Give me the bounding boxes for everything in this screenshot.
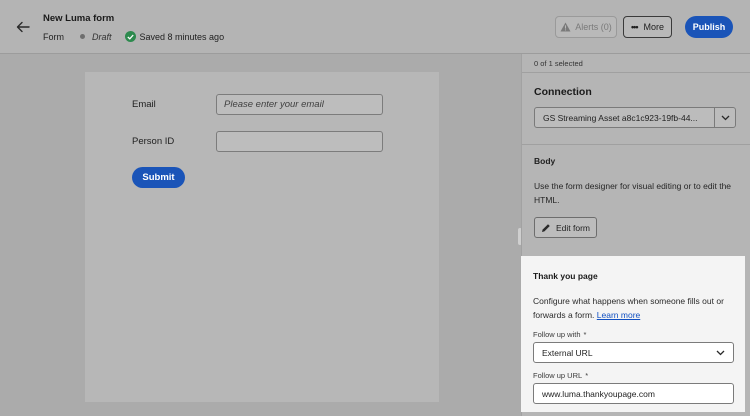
- status-dot-icon: [80, 34, 85, 39]
- chevron-down-icon: [716, 350, 725, 355]
- follow-up-with-label: Follow up with *: [533, 330, 586, 339]
- alerts-label: Alerts (0): [575, 22, 612, 32]
- pencil-icon: [541, 223, 550, 232]
- page-meta: Form Draft Saved 8 minutes ago: [43, 31, 224, 42]
- follow-up-with-value: External URL: [542, 347, 593, 358]
- arrow-left-icon: [16, 21, 30, 33]
- more-button[interactable]: ••• More: [623, 16, 672, 38]
- thank-you-page-section: Thank you page Configure what happens wh…: [521, 256, 745, 412]
- thank-you-description: Configure what happens when someone fill…: [533, 295, 738, 322]
- page-title: New Luma form: [43, 13, 115, 24]
- thank-you-title: Thank you page: [533, 271, 598, 281]
- checkmark-circle-icon: [124, 31, 136, 42]
- follow-up-url-input[interactable]: www.luma.thankyoupage.com: [533, 383, 734, 404]
- warning-triangle-icon: [560, 22, 571, 32]
- person-id-input[interactable]: [216, 131, 383, 152]
- form-preview-canvas: Email Please enter your email Person ID …: [85, 72, 439, 402]
- status-label: Draft: [92, 31, 112, 42]
- content-type-label: Form: [43, 31, 64, 42]
- selection-count: 0 of 1 selected: [534, 59, 583, 68]
- follow-up-url-label: Follow up URL *: [533, 371, 588, 380]
- body-description: Use the form designer for visual editing…: [534, 181, 732, 205]
- follow-up-with-select[interactable]: External URL: [533, 342, 734, 363]
- divider: [522, 72, 750, 73]
- connection-select[interactable]: GS Streaming Asset a8c1c923-19fb-44...: [534, 107, 736, 128]
- follow-up-with-label-text: Follow up with: [533, 330, 581, 339]
- learn-more-link[interactable]: Learn more: [597, 310, 640, 320]
- connection-value: GS Streaming Asset a8c1c923-19fb-44...: [543, 112, 698, 123]
- email-label: Email: [132, 99, 156, 110]
- saved-status: Saved 8 minutes ago: [139, 31, 225, 42]
- follow-up-url-label-text: Follow up URL: [533, 371, 583, 380]
- person-id-label: Person ID: [132, 136, 175, 147]
- connection-title: Connection: [534, 86, 592, 98]
- chevron-down-icon[interactable]: [714, 108, 735, 127]
- back-button[interactable]: [12, 16, 34, 38]
- app-header: New Luma form Form Draft Saved 8 minutes…: [0, 0, 750, 54]
- submit-button[interactable]: Submit: [132, 167, 185, 188]
- required-marker: *: [585, 371, 589, 380]
- email-input[interactable]: Please enter your email: [216, 94, 383, 115]
- ellipsis-icon: •••: [631, 22, 639, 32]
- edit-form-button[interactable]: Edit form: [534, 217, 597, 238]
- required-marker: *: [583, 330, 587, 339]
- divider: [522, 144, 750, 145]
- more-label: More: [643, 22, 664, 32]
- body-title: Body: [534, 156, 556, 166]
- alerts-button[interactable]: Alerts (0): [555, 16, 617, 38]
- edit-form-label: Edit form: [555, 222, 590, 233]
- publish-button[interactable]: Publish: [685, 16, 733, 38]
